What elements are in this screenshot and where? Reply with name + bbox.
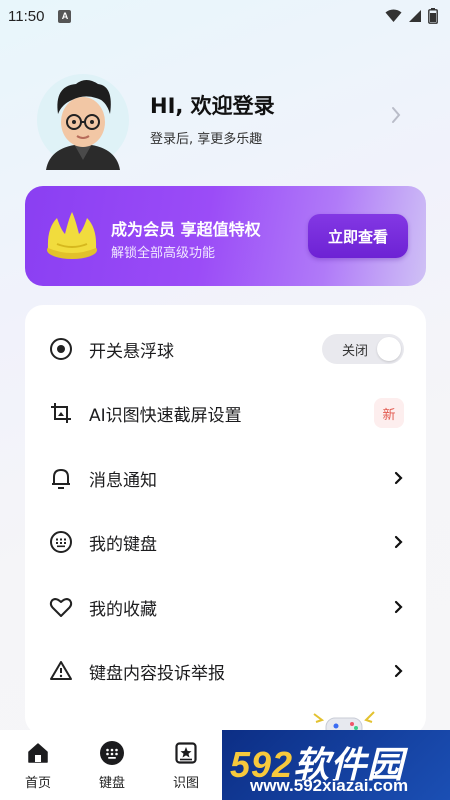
- heart-icon: [49, 595, 73, 619]
- chevron-right-icon: [394, 535, 403, 549]
- wifi-icon: [385, 9, 402, 22]
- toggle-state-text: 关闭: [342, 343, 369, 359]
- floating-ball-icon: [49, 337, 73, 361]
- nav-label: 识图: [172, 776, 199, 791]
- settings-item-notifications[interactable]: 消息通知: [25, 446, 426, 510]
- bell-icon: [49, 466, 73, 490]
- signal-icon: [409, 10, 421, 22]
- vip-title: 成为会员 享超值特权: [111, 220, 261, 239]
- chevron-right-icon: [394, 600, 403, 614]
- chevron-right-icon: [394, 664, 403, 678]
- nav-item-image-recognition[interactable]: 识图: [156, 740, 216, 796]
- settings-item-label: 我的收藏: [89, 599, 157, 620]
- nav-label: 首页: [24, 776, 51, 791]
- settings-item-label: 我的键盘: [89, 534, 157, 555]
- profile-title: HI, 欢迎登录: [150, 94, 275, 118]
- view-now-button[interactable]: 立即查看: [308, 214, 408, 258]
- settings-card: 开关悬浮球 关闭 AI识图快速截屏设置 新 消息通知 我的键盘 我的收藏 键盘内…: [25, 305, 426, 735]
- status-time: 11:50: [8, 7, 45, 25]
- keyboard-icon: [99, 740, 125, 766]
- settings-item-favorites[interactable]: 我的收藏: [25, 575, 426, 639]
- chevron-right-icon: [392, 107, 401, 123]
- battery-icon: [428, 8, 438, 24]
- site-watermark: 592软件园 www.592xiazai.com: [222, 730, 450, 800]
- chevron-right-icon: [394, 471, 403, 485]
- nav-label: 键盘: [98, 776, 125, 791]
- nav-item-home[interactable]: 首页: [8, 740, 68, 796]
- settings-item-ai-screenshot[interactable]: AI识图快速截屏设置 新: [25, 381, 426, 445]
- vip-banner[interactable]: 成为会员 享超值特权 解锁全部高级功能 立即查看: [25, 186, 426, 286]
- watermark-url: www.592xiazai.com: [250, 776, 409, 795]
- settings-item-label: 开关悬浮球: [89, 341, 174, 362]
- crown-icon: [47, 212, 97, 259]
- floating-ball-toggle[interactable]: 关闭: [322, 334, 404, 364]
- warning-icon: [49, 659, 73, 683]
- new-badge: 新: [374, 398, 404, 428]
- keyboard-icon: [49, 530, 73, 554]
- status-bar: 11:50 A: [0, 0, 450, 32]
- vip-subtitle: 解锁全部高级功能: [111, 246, 216, 261]
- settings-item-my-keyboard[interactable]: 我的键盘: [25, 510, 426, 574]
- toggle-knob: [377, 337, 401, 361]
- image-recognition-icon: [173, 740, 199, 766]
- settings-item-floating-ball[interactable]: 开关悬浮球 关闭: [25, 317, 426, 381]
- profile-subtitle: 登录后, 享更多乐趣: [150, 132, 263, 147]
- settings-item-label: AI识图快速截屏设置: [89, 405, 242, 426]
- settings-item-label: 键盘内容投诉举报: [89, 663, 225, 684]
- settings-item-report[interactable]: 键盘内容投诉举报: [25, 639, 426, 703]
- settings-item-label: 消息通知: [89, 470, 157, 491]
- profile-header[interactable]: HI, 欢迎登录 登录后, 享更多乐趣: [0, 68, 450, 170]
- avatar[interactable]: [36, 70, 130, 170]
- status-icons: [385, 8, 438, 24]
- nav-item-keyboard[interactable]: 键盘: [82, 740, 142, 796]
- crop-icon: [49, 401, 73, 425]
- status-indicator: A: [58, 9, 72, 23]
- home-icon: [25, 740, 51, 766]
